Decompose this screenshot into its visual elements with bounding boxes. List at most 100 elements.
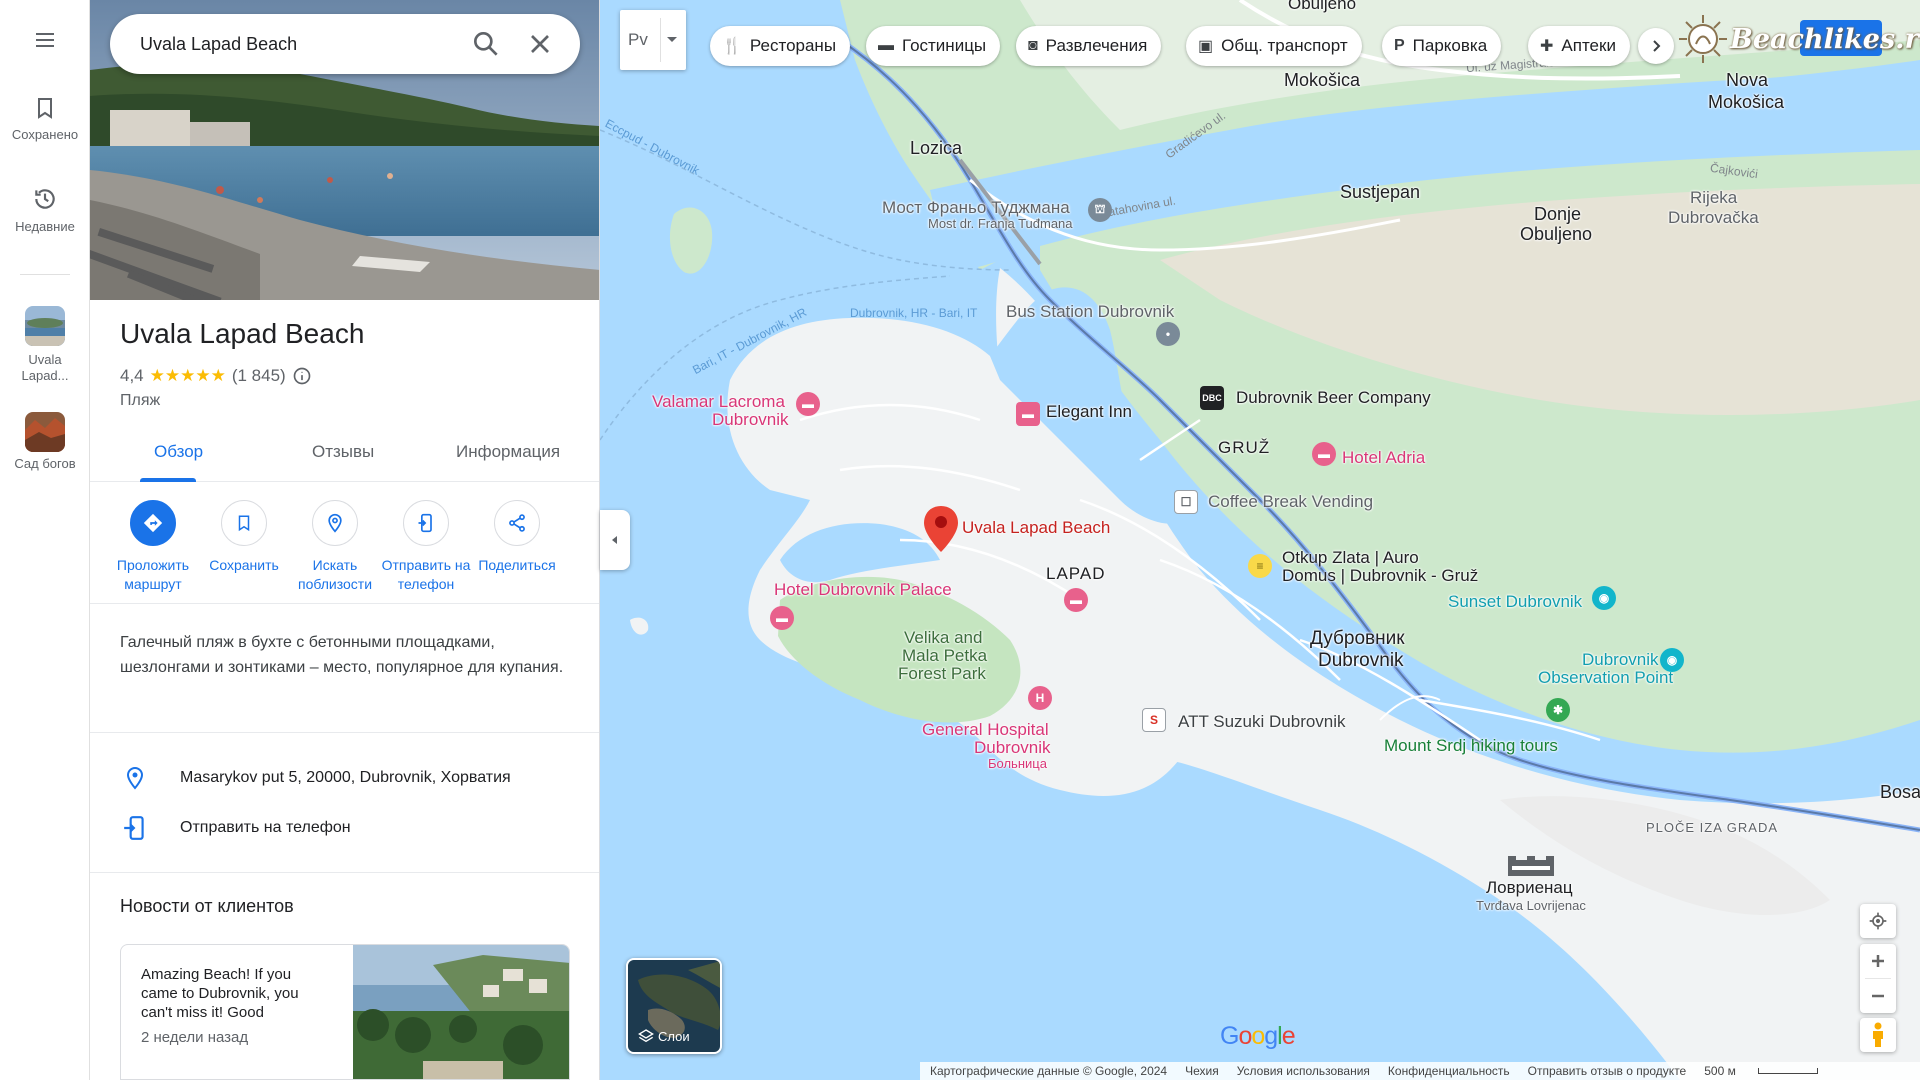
map-type-selector[interactable]: Рv: [620, 10, 686, 70]
news-card[interactable]: Amazing Beach! If you came to Dubrovnik,…: [120, 944, 570, 1080]
country-link[interactable]: Чехия: [1185, 1064, 1219, 1078]
coin-icon[interactable]: ≡: [1248, 554, 1272, 578]
map-label-bosa: Bosa: [1880, 782, 1920, 802]
zoom-in-button[interactable]: [1860, 944, 1896, 978]
place-category[interactable]: Пляж: [120, 392, 160, 410]
address-row[interactable]: Masarykov put 5, 20000, Dubrovnik, Хорва…: [120, 760, 580, 796]
recent-item-garden[interactable]: Сад богов: [0, 412, 90, 472]
nearby-circle: [312, 500, 358, 546]
save-button[interactable]: Сохранить: [198, 498, 290, 575]
hiking-pin-icon[interactable]: ✱: [1546, 698, 1570, 722]
recent-thumb-beach: [25, 306, 65, 346]
recent-item-uvala[interactable]: Uvala Lapad...: [0, 306, 90, 384]
map-label-hospital: General Hospital: [922, 720, 1049, 739]
send-label: Отправить на телефон: [381, 557, 471, 592]
chip-entertainment[interactable]: ◙ Развлечения: [1016, 26, 1162, 66]
search-button[interactable]: [470, 28, 502, 60]
chips-next-button[interactable]: [1638, 28, 1674, 64]
map-canvas[interactable]: Ul. uz Magistralu Gradićevo ul. Batahovi…: [600, 0, 1920, 1080]
collapse-panel-button[interactable]: [600, 510, 630, 570]
car-dealer-icon[interactable]: S: [1142, 708, 1166, 732]
hotel-pin-icon[interactable]: ▬: [796, 392, 820, 416]
hotel-pin-icon[interactable]: ▬: [1312, 442, 1336, 466]
chip-label: Аптеки: [1561, 36, 1616, 55]
pegman-icon: [1873, 1022, 1883, 1047]
save-label: Сохранить: [209, 557, 279, 573]
send-to-phone-icon: [418, 513, 432, 533]
map-label-beer-company: Dubrovnik Beer Company: [1236, 388, 1431, 407]
close-icon: [531, 35, 549, 53]
action-buttons: Проложить маршрут Сохранить Искать побли…: [90, 498, 599, 604]
watermark-text: Beachlikes.ru: [1730, 23, 1920, 55]
recent-item-label: Uvala Lapad...: [21, 352, 69, 383]
fortress-icon[interactable]: [1506, 852, 1556, 880]
send-to-phone-row[interactable]: Отправить на телефон: [120, 810, 580, 846]
bus-station-pin-icon[interactable]: •: [1156, 322, 1180, 346]
recent-button[interactable]: Недавние: [0, 186, 90, 235]
vending-icon[interactable]: ☐: [1174, 490, 1198, 514]
share-button[interactable]: Поделиться: [471, 498, 563, 575]
my-location-button[interactable]: [1860, 904, 1896, 938]
separator: [660, 18, 661, 62]
map-type-label: Рv: [628, 30, 648, 49]
directions-icon: [143, 513, 163, 533]
map-label-otkup-2: Domus | Dubrovnik - Gruž: [1282, 566, 1479, 585]
hotel-pin-icon[interactable]: ▬: [770, 606, 794, 630]
hospital-pin-icon[interactable]: H: [1028, 686, 1052, 710]
recent-item-label: Сад богов: [14, 456, 76, 471]
map-label-coffee-break: Coffee Break Vending: [1208, 492, 1374, 511]
layers-icon: [638, 1029, 654, 1043]
tab-about[interactable]: Информация: [456, 442, 560, 462]
map-label-observation-2: Observation Point: [1538, 668, 1674, 687]
zoom-out-button[interactable]: [1860, 979, 1896, 1013]
street-view-pegman[interactable]: [1860, 1018, 1896, 1052]
layers-button[interactable]: Слои: [626, 958, 722, 1054]
tab-reviews[interactable]: Отзывы: [312, 442, 374, 462]
saved-button[interactable]: Сохранено: [0, 96, 90, 143]
nearby-icon: [328, 513, 342, 533]
send-to-phone-button[interactable]: Отправить на телефон: [380, 498, 472, 594]
watermark: Beachlikes.ru: [1676, 12, 1920, 66]
info-icon[interactable]: [292, 366, 312, 386]
clear-search-button[interactable]: [524, 28, 556, 60]
chip-transit[interactable]: ▣ Общ. транспорт: [1186, 26, 1362, 66]
chip-parking[interactable]: P Парковка: [1382, 26, 1502, 66]
feedback-link[interactable]: Отправить отзыв о продукте: [1528, 1064, 1687, 1078]
reviews-count[interactable]: (1 845): [232, 366, 286, 386]
tab-overview[interactable]: Обзор: [154, 442, 203, 462]
hotel-icon[interactable]: ▬: [1016, 402, 1040, 426]
bridge-icon[interactable]: ⛫: [1088, 198, 1112, 222]
hotel-pin-icon[interactable]: ▬: [1064, 588, 1088, 612]
brewery-icon[interactable]: DBC: [1200, 386, 1224, 410]
layers-label: Слои: [658, 1028, 690, 1044]
news-text: Amazing Beach! If you came to Dubrovnik,…: [141, 966, 299, 1021]
map-label-dubrovnik-en: Dubrovnik: [1318, 650, 1404, 671]
map-label-uvala: Uvala Lapad Beach: [962, 518, 1111, 537]
news-photo: [353, 945, 569, 1079]
news-date: 2 недели назад: [141, 1029, 249, 1046]
directions-button[interactable]: Проложить маршрут: [107, 498, 199, 594]
chip-restaurants[interactable]: 🍴 Рестораны: [710, 26, 851, 66]
my-location-icon: [1869, 912, 1887, 930]
camera-pin-icon[interactable]: ◉: [1592, 586, 1616, 610]
share-circle: [494, 500, 540, 546]
terms-link[interactable]: Условия использования: [1237, 1064, 1370, 1078]
nearby-button[interactable]: Искать поблизости: [289, 498, 381, 594]
chip-hotels[interactable]: ▬ Гостиницы: [866, 26, 1001, 66]
menu-button[interactable]: [0, 28, 90, 55]
bookmark-icon: [238, 515, 250, 532]
sun-logo-icon: [1679, 15, 1727, 63]
saved-label: Сохранено: [11, 127, 79, 142]
search-input[interactable]: [140, 28, 440, 60]
restaurant-icon: 🍴: [722, 38, 742, 55]
parking-icon: P: [1394, 37, 1405, 54]
map-label-velika-2: Mala Petka: [902, 646, 988, 665]
map-label-mokosica: Mokošica: [1284, 70, 1361, 90]
chip-pharmacies[interactable]: ✚ Аптеки: [1528, 26, 1630, 66]
map-label-ploce: PLOČE IZA GRADA: [1646, 820, 1779, 835]
selected-place-marker[interactable]: [924, 506, 958, 552]
camera-pin-icon[interactable]: ◉: [1660, 648, 1684, 672]
scale-bar[interactable]: 500 м: [1704, 1064, 1836, 1078]
location-pin-icon: [126, 766, 144, 790]
privacy-link[interactable]: Конфиденциальность: [1388, 1064, 1510, 1078]
